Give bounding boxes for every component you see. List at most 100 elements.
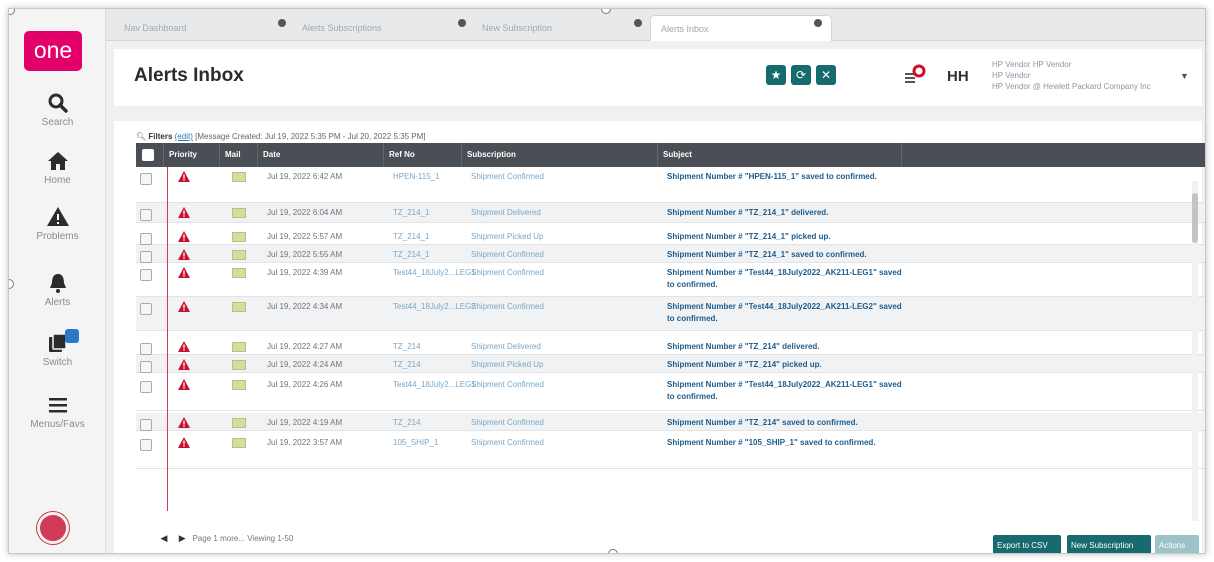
mail-icon[interactable] <box>232 232 246 242</box>
row-ref-no[interactable]: TZ_214 <box>388 341 468 353</box>
row-checkbox[interactable] <box>140 381 152 393</box>
tab-alerts-inbox[interactable]: Alerts Inbox <box>650 15 832 41</box>
table-row[interactable]: Jul 19, 2022 5:57 AM TZ_214_1 Shipment Pic… <box>136 227 1205 245</box>
mail-icon[interactable] <box>232 250 246 260</box>
table-row[interactable]: Jul 19, 2022 4:39 AM Test44_18July2...LEG… <box>136 263 1205 297</box>
column-header-subject[interactable]: Subject <box>658 143 902 167</box>
row-ref-no[interactable]: TZ_214_1 <box>388 207 468 219</box>
row-subscription[interactable]: Shipment Confirmed <box>466 417 576 429</box>
close-icon[interactable] <box>634 19 642 27</box>
mail-icon[interactable] <box>232 268 246 278</box>
scroll-thumb[interactable] <box>1192 193 1198 243</box>
close-page-button[interactable]: ✕ <box>816 65 836 85</box>
select-all-column[interactable] <box>136 143 164 167</box>
row-checkbox[interactable] <box>140 419 152 431</box>
row-subscription[interactable]: Shipment Confirmed <box>466 267 576 279</box>
table-row[interactable]: Jul 19, 2022 4:24 AM TZ_214 Shipment Picke… <box>136 355 1205 373</box>
row-subject[interactable]: Shipment Number # "TZ_214" saved to conf… <box>662 417 902 429</box>
row-ref-no[interactable]: TZ_214_1 <box>388 231 468 243</box>
user-info[interactable]: HP Vendor HP Vendor HP Vendor HP Vendor … <box>992 59 1192 92</box>
table-row[interactable]: Jul 19, 2022 4:26 AM Test44_18July2...LEG… <box>136 375 1205 411</box>
sidebar-item-home[interactable]: Home <box>9 149 106 186</box>
avatar[interactable]: HH <box>947 59 987 95</box>
row-checkbox[interactable] <box>140 269 152 281</box>
table-row[interactable]: Jul 19, 2022 6:04 AM TZ_214_1 Shipment Del… <box>136 203 1205 223</box>
mail-icon[interactable] <box>232 380 246 390</box>
column-header-subscription[interactable]: Subscription <box>462 143 658 167</box>
row-subscription[interactable]: Shipment Confirmed <box>466 437 576 449</box>
row-ref-no[interactable]: Test44_18July2...LEG1 <box>388 379 476 391</box>
new-subscription-button[interactable]: New Subscription <box>1067 535 1151 553</box>
table-row[interactable]: Jul 19, 2022 6:42 AM HPEN-115_1 Shipment C… <box>136 167 1205 203</box>
row-subject[interactable]: Shipment Number # "105_SHIP_1" saved to … <box>662 437 902 449</box>
select-all-checkbox[interactable] <box>142 149 154 161</box>
filters-edit-link[interactable]: (edit) <box>175 132 193 141</box>
close-icon[interactable] <box>278 19 286 27</box>
row-ref-no[interactable]: TZ_214_1 <box>388 249 468 261</box>
row-checkbox[interactable] <box>140 361 152 373</box>
page-number[interactable]: 1 <box>213 534 217 543</box>
sidebar-item-alerts[interactable]: Alerts <box>9 271 106 308</box>
next-page-button[interactable]: ▶ <box>174 533 190 547</box>
row-ref-no[interactable]: Test44_18July2...LEG2 <box>388 301 476 313</box>
mail-icon[interactable] <box>232 418 246 428</box>
refresh-button[interactable]: ⟳ <box>791 65 811 85</box>
row-subscription[interactable]: Shipment Delivered <box>466 207 576 219</box>
row-subject[interactable]: Shipment Number # "TZ_214_1" saved to co… <box>662 249 902 261</box>
column-header-priority[interactable]: Priority <box>164 143 220 167</box>
row-subscription[interactable]: Shipment Confirmed <box>466 171 576 183</box>
close-icon[interactable] <box>458 19 466 27</box>
column-header-ref-no[interactable]: Ref No <box>384 143 462 167</box>
mail-icon[interactable] <box>232 302 246 312</box>
mail-icon[interactable] <box>232 360 246 370</box>
sidebar-item-switch[interactable]: Switch <box>9 329 106 368</box>
row-subject[interactable]: Shipment Number # "TZ_214_1" picked up. <box>662 231 902 243</box>
row-ref-no[interactable]: Test44_18July2...LEG1 <box>388 267 476 279</box>
row-checkbox[interactable] <box>140 343 152 355</box>
row-subject[interactable]: Shipment Number # "HPEN-115_1" saved to … <box>662 171 902 183</box>
sidebar-item-search[interactable]: Search <box>9 91 106 128</box>
table-row[interactable]: Jul 19, 2022 4:34 AM Test44_18July2...LEG… <box>136 297 1205 331</box>
table-row[interactable]: Jul 19, 2022 3:57 AM 105_SHIP_1 Shipment C… <box>136 433 1205 469</box>
row-subscription[interactable]: Shipment Confirmed <box>466 301 576 313</box>
row-subscription[interactable]: Shipment Picked Up <box>466 231 576 243</box>
row-ref-no[interactable]: TZ_214 <box>388 359 468 371</box>
table-row[interactable]: Jul 19, 2022 4:27 AM TZ_214 Shipment Deliv… <box>136 337 1205 355</box>
mail-icon[interactable] <box>232 208 246 218</box>
table-row[interactable]: Jul 19, 2022 5:55 AM TZ_214_1 Shipment Con… <box>136 245 1205 263</box>
row-subject[interactable]: Shipment Number # "Test44_18July2022_AK2… <box>662 301 902 325</box>
column-header-mail[interactable]: Mail <box>220 143 258 167</box>
notifications-button[interactable] <box>901 63 927 89</box>
chevron-down-icon[interactable]: ▼ <box>1180 71 1189 81</box>
row-ref-no[interactable]: 105_SHIP_1 <box>388 437 468 449</box>
mail-icon[interactable] <box>232 172 246 182</box>
sidebar-item-problems[interactable]: Problems <box>9 205 106 242</box>
row-ref-no[interactable]: TZ_214 <box>388 417 468 429</box>
column-header-date[interactable]: Date <box>258 143 384 167</box>
avatar[interactable] <box>37 512 69 544</box>
row-subscription[interactable]: Shipment Confirmed <box>466 249 576 261</box>
scrollbar[interactable] <box>1192 181 1198 521</box>
row-checkbox[interactable] <box>140 251 152 263</box>
row-subscription[interactable]: Shipment Picked Up <box>466 359 576 371</box>
row-subject[interactable]: Shipment Number # "TZ_214" delivered. <box>662 341 902 353</box>
sidebar-item-menus-favs[interactable]: Menus/Favs <box>9 393 106 430</box>
mail-icon[interactable] <box>232 342 246 352</box>
mail-icon[interactable] <box>232 438 246 448</box>
resize-handle[interactable] <box>608 549 618 553</box>
row-subject[interactable]: Shipment Number # "Test44_18July2022_AK2… <box>662 267 902 291</box>
app-logo[interactable]: one <box>24 31 82 71</box>
table-row[interactable]: Jul 19, 2022 4:19 AM TZ_214 Shipment Confi… <box>136 413 1205 431</box>
row-checkbox[interactable] <box>140 209 152 221</box>
actions-button[interactable]: Actions <box>1155 535 1199 553</box>
tab-nav-dashboard[interactable]: Nav Dashboard <box>114 15 264 41</box>
row-checkbox[interactable] <box>140 439 152 451</box>
export-csv-button[interactable]: Export to CSV <box>993 535 1061 553</box>
row-checkbox[interactable] <box>140 233 152 245</box>
row-checkbox[interactable] <box>140 303 152 315</box>
page-more-link[interactable]: more... <box>220 534 245 543</box>
favorite-button[interactable]: ★ <box>766 65 786 85</box>
tab-alerts-subscriptions[interactable]: Alerts Subscriptions <box>292 15 442 41</box>
tab-new-subscription[interactable]: New Subscription <box>472 15 622 41</box>
previous-page-button[interactable]: ◀ <box>156 533 172 547</box>
